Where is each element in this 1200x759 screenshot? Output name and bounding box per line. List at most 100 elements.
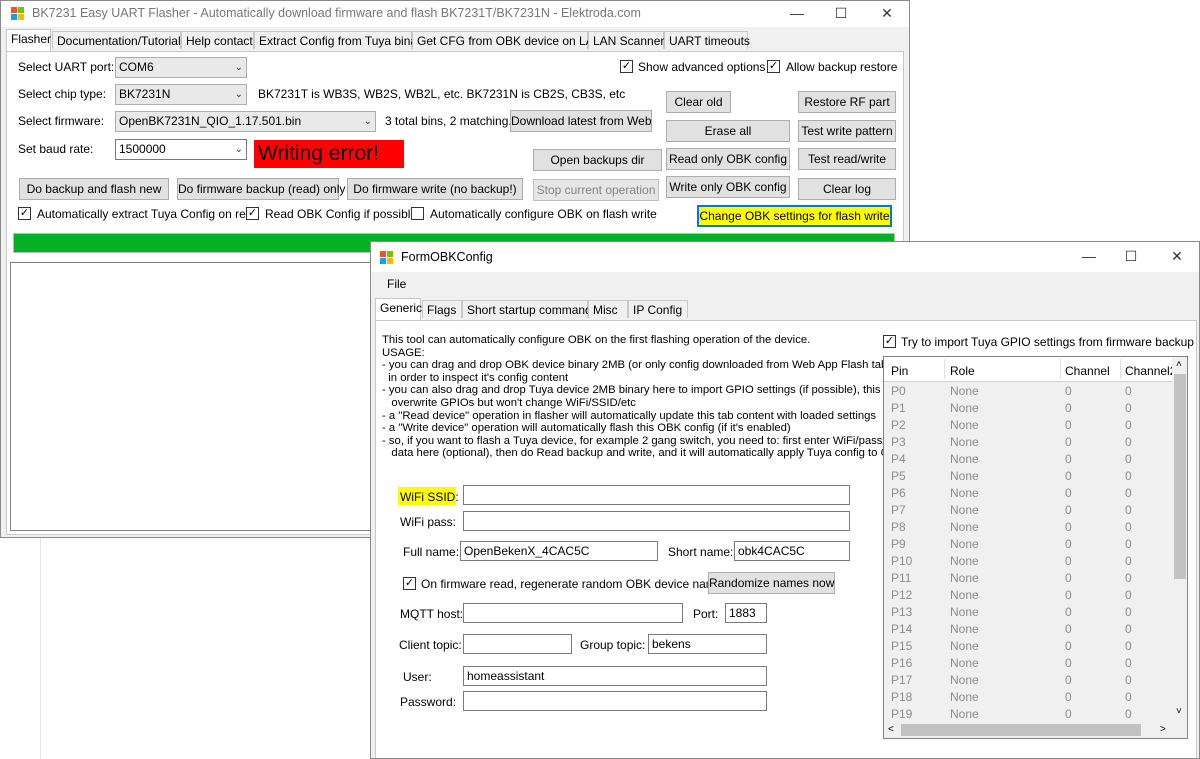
close-icon[interactable]: ✕ (865, 1, 909, 27)
tab-flasher[interactable]: Flasher (6, 29, 51, 51)
tuya-import-checkbox[interactable]: ✓ (883, 335, 896, 348)
minimize-icon[interactable]: — (775, 1, 819, 27)
test-read-write-button[interactable]: Test read/write (798, 148, 896, 170)
wifi-ssid-input[interactable] (463, 485, 850, 505)
chevron-down-icon: ⌄ (234, 144, 243, 155)
erase-all-button[interactable]: Erase all (666, 120, 790, 142)
tab-extract-config[interactable]: Extract Config from Tuya binary (254, 31, 427, 49)
menu-file[interactable]: File (387, 277, 406, 291)
allow-backup-restore-checkbox[interactable]: ✓ (767, 60, 780, 73)
read-only-obk-button[interactable]: Read only OBK config (666, 148, 790, 170)
scroll-thumb-horizontal[interactable] (901, 724, 1141, 736)
tab-lan-scanner[interactable]: LAN Scanner (588, 31, 664, 49)
user-label: User: (403, 670, 432, 684)
grid-cell-pin: P10 (891, 554, 913, 568)
wifi-pass-input[interactable] (463, 511, 850, 531)
grid-row[interactable]: P12 None 0 0 (884, 587, 1172, 604)
grid-row[interactable]: P9 None 0 0 (884, 536, 1172, 553)
open-backups-button[interactable]: Open backups dir (533, 149, 662, 171)
mqtt-host-input[interactable] (463, 603, 683, 623)
grid-row[interactable]: P18 None 0 0 (884, 689, 1172, 706)
scroll-left-icon[interactable]: ˂ (888, 724, 894, 735)
grid-horizontal-scrollbar[interactable]: ˂ ˃ (884, 722, 1172, 738)
grid-row[interactable]: P16 None 0 0 (884, 655, 1172, 672)
user-input[interactable]: homeassistant (463, 666, 767, 686)
grid-header-channel: Channel (1065, 364, 1110, 378)
grid-row[interactable]: P8 None 0 0 (884, 519, 1172, 536)
grid-row[interactable]: P5 None 0 0 (884, 468, 1172, 485)
close-icon[interactable]: ✕ (1155, 244, 1199, 270)
grid-cell-channel: 0 (1065, 537, 1072, 551)
grid-row[interactable]: P4 None 0 0 (884, 451, 1172, 468)
firmware-write-button[interactable]: Do firmware write (no backup!) (347, 178, 523, 200)
tuya-import-label: Try to import Tuya GPIO settings from fi… (901, 335, 1194, 349)
grid-row[interactable]: P15 None 0 0 (884, 638, 1172, 655)
baud-rate-select[interactable]: 1500000 ⌄ (115, 139, 247, 160)
tab-get-cfg[interactable]: Get CFG from OBK device on LAN (412, 31, 602, 49)
grid-row[interactable]: P1 None 0 0 (884, 400, 1172, 417)
stop-operation-button[interactable]: Stop current operation (533, 179, 659, 201)
grid-row[interactable]: P3 None 0 0 (884, 434, 1172, 451)
write-only-obk-button[interactable]: Write only OBK config (666, 176, 790, 198)
tab-flags[interactable]: Flags (422, 300, 462, 318)
scroll-up-icon[interactable]: ˄ (1176, 359, 1182, 370)
uart-port-select[interactable]: COM6 ⌄ (115, 57, 247, 78)
tab-ip-config[interactable]: IP Config (628, 300, 688, 318)
grid-row[interactable]: P7 None 0 0 (884, 502, 1172, 519)
wifi-ssid-label: WiFi SSID: (400, 490, 459, 504)
backup-and-flash-button[interactable]: Do backup and flash new (19, 178, 169, 200)
grid-vertical-scrollbar[interactable]: ˄ ˅ (1172, 357, 1187, 722)
grid-row[interactable]: P2 None 0 0 (884, 417, 1172, 434)
restore-rf-button[interactable]: Restore RF part (798, 91, 896, 113)
scroll-thumb[interactable] (1174, 374, 1186, 579)
password-input[interactable] (463, 691, 767, 711)
read-obk-config-checkbox[interactable]: ✓ (246, 207, 259, 220)
full-name-input[interactable]: OpenBekenX_4CAC5C (460, 541, 658, 561)
grid-row[interactable]: P10 None 0 0 (884, 553, 1172, 570)
chip-type-select[interactable]: BK7231N ⌄ (115, 84, 247, 105)
auto-configure-obk-checkbox[interactable] (411, 207, 424, 220)
regenerate-names-checkbox[interactable]: ✓ (403, 577, 416, 590)
uart-port-value: COM6 (119, 60, 154, 74)
randomize-names-button[interactable]: Randomize names now (708, 572, 835, 594)
firmware-backup-button[interactable]: Do firmware backup (read) only (177, 178, 345, 200)
clear-old-button[interactable]: Clear old (666, 91, 731, 113)
short-name-input[interactable]: obk4CAC5C (734, 541, 850, 561)
auto-extract-tuya-checkbox[interactable]: ✓ (18, 207, 31, 220)
grid-cell-channel2: 0 (1125, 707, 1132, 721)
grid-row[interactable]: P19 None 0 0 (884, 706, 1172, 723)
clear-log-button[interactable]: Clear log (798, 178, 896, 200)
minimize-icon[interactable]: — (1067, 244, 1111, 270)
firmware-select[interactable]: OpenBK7231N_QIO_1.17.501.bin ⌄ (115, 111, 376, 132)
test-write-pattern-button[interactable]: Test write pattern (798, 120, 896, 142)
grid-cell-channel: 0 (1065, 486, 1072, 500)
group-topic-input[interactable]: bekens (648, 634, 767, 654)
tab-generic[interactable]: Generic (375, 298, 422, 320)
client-topic-input[interactable] (463, 634, 572, 654)
grid-cell-channel2: 0 (1125, 469, 1132, 483)
grid-row[interactable]: P17 None 0 0 (884, 672, 1172, 689)
tab-documentation[interactable]: Documentation/Tutorials (52, 31, 187, 49)
change-obk-settings-button[interactable]: Change OBK settings for flash write (697, 205, 892, 227)
tab-help-contact[interactable]: Help contact (181, 31, 254, 49)
grid-row[interactable]: P6 None 0 0 (884, 485, 1172, 502)
maximize-icon[interactable]: ☐ (819, 1, 863, 27)
scroll-down-icon[interactable]: ˅ (1176, 706, 1182, 717)
port-input[interactable]: 1883 (725, 603, 767, 623)
scroll-right-icon[interactable]: ˃ (1160, 724, 1166, 735)
full-name-label: Full name: (403, 545, 460, 559)
chip-note: BK7231T is WB3S, WB2S, WB2L, etc. BK7231… (258, 87, 626, 101)
tab-uart-timeouts[interactable]: UART timeouts (664, 31, 750, 49)
grid-row[interactable]: P0 None 0 0 (884, 383, 1172, 400)
grid-row[interactable]: P13 None 0 0 (884, 604, 1172, 621)
show-advanced-checkbox[interactable]: ✓ (620, 60, 633, 73)
grid-row[interactable]: P11 None 0 0 (884, 570, 1172, 587)
tab-misc[interactable]: Misc (588, 300, 628, 318)
gpio-grid[interactable]: Pin Role Channel Channel2 P0 None 0 0 P1 None… (883, 356, 1188, 739)
maximize-icon[interactable]: ☐ (1109, 244, 1153, 270)
download-latest-button[interactable]: Download latest from Web (510, 110, 652, 132)
grid-cell-pin: P3 (891, 435, 906, 449)
tab-short-startup[interactable]: Short startup command (462, 300, 592, 318)
chip-type-value: BK7231N (119, 87, 171, 101)
grid-row[interactable]: P14 None 0 0 (884, 621, 1172, 638)
